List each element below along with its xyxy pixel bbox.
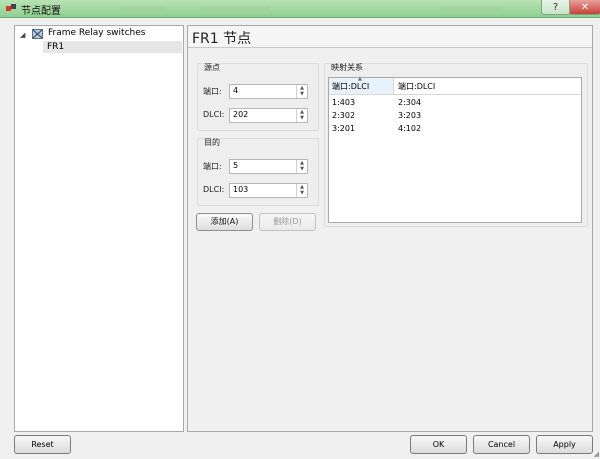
table-row[interactable]: 2:302 3:203 (329, 111, 581, 123)
page-title: FR1 节点 (192, 31, 252, 47)
tree-item-label: FR1 (47, 42, 65, 52)
frame-relay-icon (32, 29, 43, 39)
mapping-table-header: ▲ 端口:DLCI 端口:DLCI (329, 76, 581, 95)
source-dlci-value: 202 (233, 110, 249, 119)
destination-group: 目的 端口: 5 ▲ ▼ DLCI: 103 ▲ ▼ (197, 138, 319, 206)
table-row[interactable]: 3:201 4:102 (329, 124, 581, 136)
reset-button[interactable]: Reset (14, 435, 71, 454)
apply-button[interactable]: Apply (536, 435, 593, 454)
cancel-button[interactable]: Cancel (473, 435, 530, 454)
tree-item-frame-relay-switches[interactable]: Frame Relay switches (48, 28, 145, 38)
app-icon (6, 4, 16, 11)
ok-button[interactable]: OK (410, 435, 467, 454)
column-header-destination[interactable]: 端口:DLCI (398, 81, 435, 92)
spin-arrows[interactable]: ▲ ▼ (296, 184, 307, 197)
destination-port-spinbox[interactable]: 5 ▲ ▼ (229, 159, 308, 174)
chevron-down-icon[interactable]: ▼ (297, 91, 307, 97)
mapping-table[interactable]: ▲ 端口:DLCI 端口:DLCI 1:403 2:304 2:302 3:20… (328, 76, 582, 223)
source-port-spinbox[interactable]: 4 ▲ ▼ (229, 84, 308, 99)
add-button[interactable]: 添加(A) (196, 213, 253, 231)
chevron-down-icon[interactable]: ▼ (297, 166, 307, 172)
column-header-source[interactable]: 端口:DLCI (332, 81, 369, 92)
source-group-label: 源点 (204, 63, 220, 72)
destination-dlci-label: DLCI: (203, 185, 225, 194)
spin-arrows[interactable]: ▲ ▼ (296, 109, 307, 122)
spin-arrows[interactable]: ▲ ▼ (296, 160, 307, 173)
source-dlci-spinbox[interactable]: 202 ▲ ▼ (229, 108, 308, 123)
chevron-down-icon[interactable]: ◢ (20, 31, 25, 39)
table-cell: 2:304 (398, 98, 422, 107)
title-decoration (120, 6, 165, 14)
node-title-bar: FR1 节点 (188, 26, 592, 48)
destination-port-value: 5 (233, 161, 239, 170)
table-cell: 3:203 (398, 111, 422, 120)
chevron-down-icon[interactable]: ▼ (297, 115, 307, 121)
destination-port-label: 端口: (203, 162, 222, 171)
table-cell: 2:302 (332, 111, 356, 120)
node-tree[interactable]: ◢ Frame Relay switches FR1 (14, 25, 184, 432)
chevron-down-icon[interactable]: ▼ (297, 190, 307, 196)
window-title: 节点配置 (21, 6, 61, 17)
column-divider[interactable] (393, 78, 394, 94)
help-button[interactable]: ? (541, 0, 570, 15)
title-decoration (200, 6, 270, 14)
close-button[interactable]: ✕ (569, 0, 600, 15)
table-cell: 3:201 (332, 124, 356, 133)
source-port-value: 4 (233, 86, 239, 95)
source-dlci-label: DLCI: (203, 110, 225, 119)
source-group: 源点 端口: 4 ▲ ▼ DLCI: 202 ▲ ▼ (197, 63, 319, 131)
source-port-label: 端口: (203, 87, 222, 96)
tree-item-fr1[interactable]: FR1 (43, 41, 182, 53)
mapping-group-label: 映射关系 (331, 63, 363, 72)
title-decoration (440, 6, 500, 14)
delete-button[interactable]: 删除(D) (259, 213, 316, 231)
spin-arrows[interactable]: ▲ ▼ (296, 85, 307, 98)
title-bar: 节点配置 ? ✕ (0, 0, 600, 18)
resize-grip-icon[interactable]: ◢ (594, 450, 599, 458)
destination-dlci-spinbox[interactable]: 103 ▲ ▼ (229, 183, 308, 198)
table-cell: 4:102 (398, 124, 422, 133)
table-row[interactable]: 1:403 2:304 (329, 98, 581, 110)
destination-group-label: 目的 (204, 138, 220, 147)
destination-dlci-value: 103 (233, 185, 249, 194)
table-cell: 1:403 (332, 98, 356, 107)
node-config-panel: FR1 节点 源点 端口: 4 ▲ ▼ DLCI: 202 ▲ ▼ 目的 端口:… (187, 25, 593, 432)
